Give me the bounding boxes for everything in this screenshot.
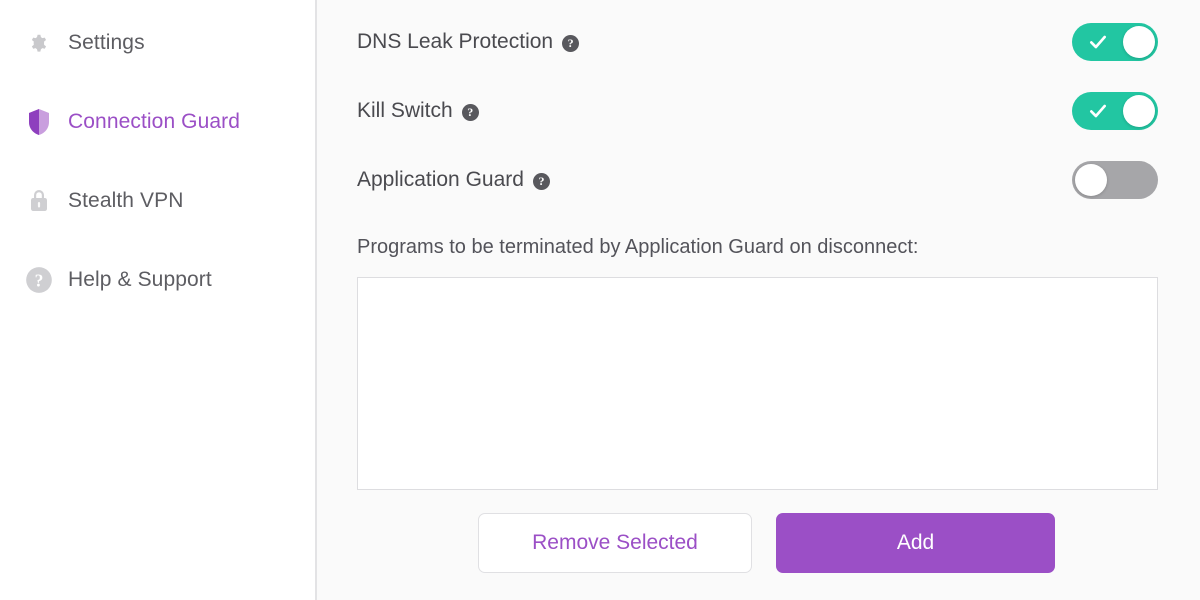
- connection-guard-panel: DNS Leak Protection ? Kill Switch ? Appl…: [317, 0, 1200, 600]
- shield-icon: [24, 107, 54, 137]
- sidebar-item-label: Settings: [68, 31, 145, 54]
- toggle-knob: [1123, 26, 1155, 58]
- sidebar-item-connection-guard[interactable]: Connection Guard: [0, 101, 315, 143]
- toggle-kill-switch[interactable]: [1072, 92, 1158, 130]
- sidebar-item-label: Stealth VPN: [68, 189, 184, 212]
- sidebar-item-label: Help & Support: [68, 268, 212, 291]
- toggle-knob: [1123, 95, 1155, 127]
- toggle-dns-leak-protection[interactable]: [1072, 23, 1158, 61]
- remove-selected-button[interactable]: Remove Selected: [478, 513, 752, 573]
- setting-row-dns-leak-protection: DNS Leak Protection ?: [357, 20, 1158, 64]
- programs-list-input[interactable]: [357, 277, 1158, 490]
- sidebar-item-help-support[interactable]: ? Help & Support: [0, 259, 315, 301]
- check-icon: [1090, 35, 1106, 49]
- gear-icon: [24, 28, 54, 58]
- setting-label: Kill Switch: [357, 99, 453, 122]
- button-row: Remove Selected Add: [357, 513, 1158, 573]
- setting-label-group: DNS Leak Protection ?: [357, 30, 580, 54]
- lock-icon: [24, 186, 54, 216]
- setting-label: Application Guard: [357, 168, 524, 191]
- setting-label-group: Application Guard ?: [357, 168, 550, 192]
- help-icon[interactable]: ?: [461, 103, 479, 121]
- toggle-knob: [1075, 164, 1107, 196]
- setting-row-application-guard: Application Guard ?: [357, 158, 1158, 202]
- sidebar: Settings Connection Guard Stealth VPN ? …: [0, 0, 317, 600]
- sidebar-item-stealth-vpn[interactable]: Stealth VPN: [0, 180, 315, 222]
- svg-text:?: ?: [35, 270, 44, 290]
- sidebar-item-settings[interactable]: Settings: [0, 22, 315, 64]
- app-window: Settings Connection Guard Stealth VPN ? …: [0, 0, 1200, 600]
- sidebar-item-label: Connection Guard: [68, 110, 241, 133]
- add-button[interactable]: Add: [776, 513, 1055, 573]
- help-icon[interactable]: ?: [532, 172, 550, 190]
- setting-label: DNS Leak Protection: [357, 30, 554, 53]
- help-icon[interactable]: ?: [562, 34, 580, 52]
- toggle-application-guard[interactable]: [1072, 161, 1158, 199]
- check-icon: [1090, 104, 1106, 118]
- setting-label-group: Kill Switch ?: [357, 99, 479, 123]
- question-circle-icon: ?: [24, 265, 54, 295]
- programs-caption: Programs to be terminated by Application…: [357, 236, 919, 258]
- setting-row-kill-switch: Kill Switch ?: [357, 89, 1158, 133]
